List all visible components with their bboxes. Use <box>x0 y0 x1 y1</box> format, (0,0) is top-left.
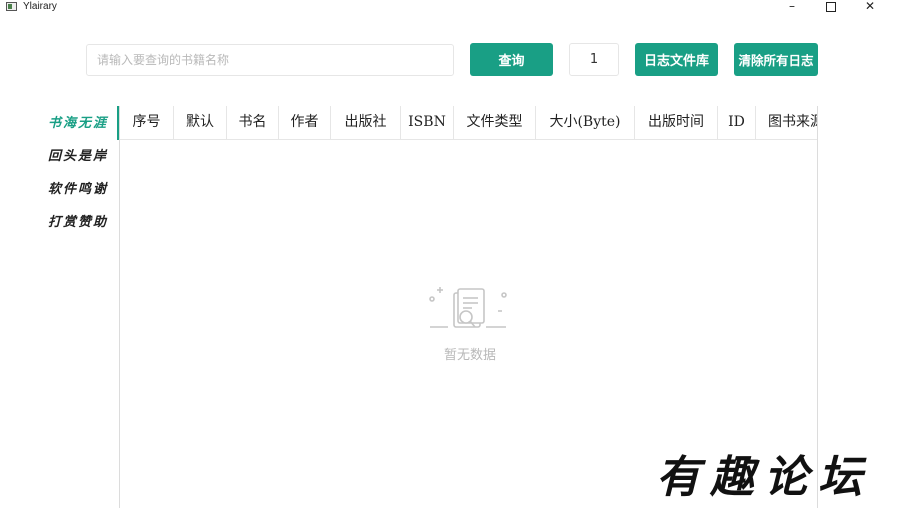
column-header-title[interactable]: 书名 <box>227 106 279 139</box>
column-header-publish-date[interactable]: 出版时间 <box>635 106 718 139</box>
table-header: 序号 默认 书名 作者 出版社 ISBN 文件类型 大小(Byte) 出版时间 … <box>120 106 817 140</box>
empty-state-text: 暂无数据 <box>443 348 496 363</box>
clear-logs-button[interactable]: 清除所有日志 <box>734 43 818 76</box>
column-header-size[interactable]: 大小(Byte) <box>536 106 635 139</box>
query-button[interactable]: 查询 <box>470 43 553 76</box>
page-number-input[interactable] <box>569 43 619 76</box>
log-library-button[interactable]: 日志文件库 <box>635 43 718 76</box>
svg-text:有趣论坛: 有趣论坛 <box>656 452 872 502</box>
maximize-button[interactable] <box>821 0 841 14</box>
maximize-icon <box>826 2 836 12</box>
sidebar-item-credits[interactable]: 软件鸣谢 <box>40 173 118 206</box>
sidebar-item-books[interactable]: 书海无涯 <box>40 107 118 140</box>
column-header-id[interactable]: ID <box>718 106 756 139</box>
search-input[interactable] <box>86 44 454 76</box>
app-icon <box>6 2 17 11</box>
sidebar-item-return[interactable]: 回头是岸 <box>40 140 118 173</box>
column-header-source[interactable]: 图书来源 <box>756 106 817 139</box>
window-title: Ylairary <box>23 1 57 12</box>
minimize-button[interactable]: – <box>782 0 802 14</box>
column-header-index[interactable]: 序号 <box>120 106 174 139</box>
sidebar: 书海无涯 回头是岸 软件鸣谢 打赏赞助 <box>40 107 118 239</box>
title-bar: Ylairary – ✕ <box>0 0 899 14</box>
column-header-default[interactable]: 默认 <box>174 106 227 139</box>
watermark: 有趣论坛 <box>656 452 872 502</box>
sidebar-item-donate[interactable]: 打赏赞助 <box>40 206 118 239</box>
column-header-publisher[interactable]: 出版社 <box>331 106 401 139</box>
column-header-author[interactable]: 作者 <box>279 106 331 139</box>
column-header-isbn[interactable]: ISBN <box>401 106 454 139</box>
close-button[interactable]: ✕ <box>860 0 880 14</box>
empty-document-search-icon <box>429 287 507 328</box>
column-header-file-type[interactable]: 文件类型 <box>454 106 536 139</box>
